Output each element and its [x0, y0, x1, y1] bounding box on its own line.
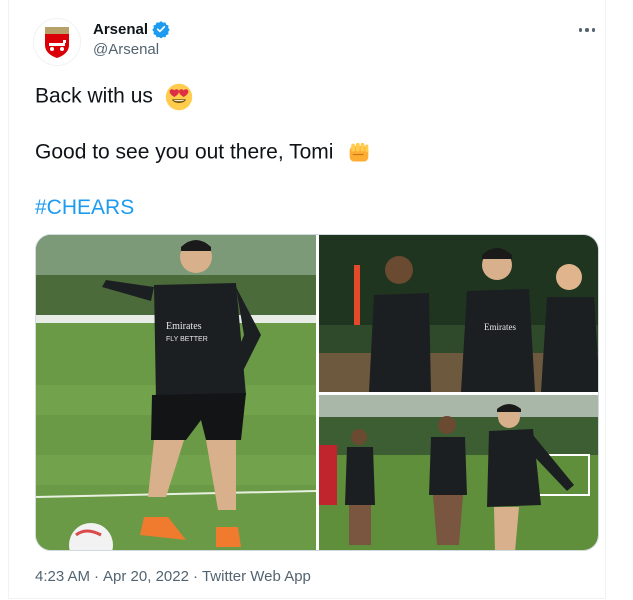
tweet-line-1: Back with us	[35, 83, 193, 111]
author-name-row[interactable]: Arsenal	[93, 20, 170, 38]
tweet-line-2: Good to see you out there, Tomi	[35, 139, 373, 167]
sponsor-text: Emirates	[166, 321, 202, 332]
author-handle[interactable]: @Arsenal	[93, 41, 159, 58]
arsenal-crest-icon	[45, 27, 69, 58]
tweet-time[interactable]: 4:23 AM	[35, 568, 90, 585]
fist-emoji-icon	[349, 142, 369, 162]
hashtag-link[interactable]: #CHEARS	[35, 196, 134, 219]
tweet-metadata: 4:23 AM · Apr 20, 2022 · Twitter Web App	[35, 568, 311, 585]
photo-2[interactable]: Emirates	[319, 235, 598, 392]
avatar[interactable]	[33, 18, 81, 66]
svg-text:Emirates: Emirates	[484, 322, 516, 332]
tweet-line-2-text: Good to see you out there, Tomi	[35, 140, 334, 164]
media-grid: Emirates FLY BETTER Emirates	[35, 234, 599, 551]
separator-dot: ·	[94, 568, 100, 585]
verified-badge-icon	[152, 21, 170, 38]
tweet-card: Arsenal @Arsenal Back with us Good to se…	[8, 0, 606, 599]
tweet-line-3: #CHEARS	[35, 195, 134, 221]
photo-1[interactable]: Emirates FLY BETTER	[36, 235, 316, 550]
tweet-date[interactable]: Apr 20, 2022	[103, 568, 189, 585]
more-options-icon[interactable]	[575, 18, 599, 42]
tweet-source[interactable]: Twitter Web App	[202, 568, 311, 585]
tweet-line-1-text: Back with us	[35, 84, 153, 108]
heart-eyes-emoji-icon	[165, 83, 192, 111]
sponsor-sub-text: FLY BETTER	[166, 336, 208, 343]
separator-dot: ·	[192, 568, 198, 585]
photo-3[interactable]	[319, 395, 598, 550]
author-name[interactable]: Arsenal	[93, 21, 148, 38]
